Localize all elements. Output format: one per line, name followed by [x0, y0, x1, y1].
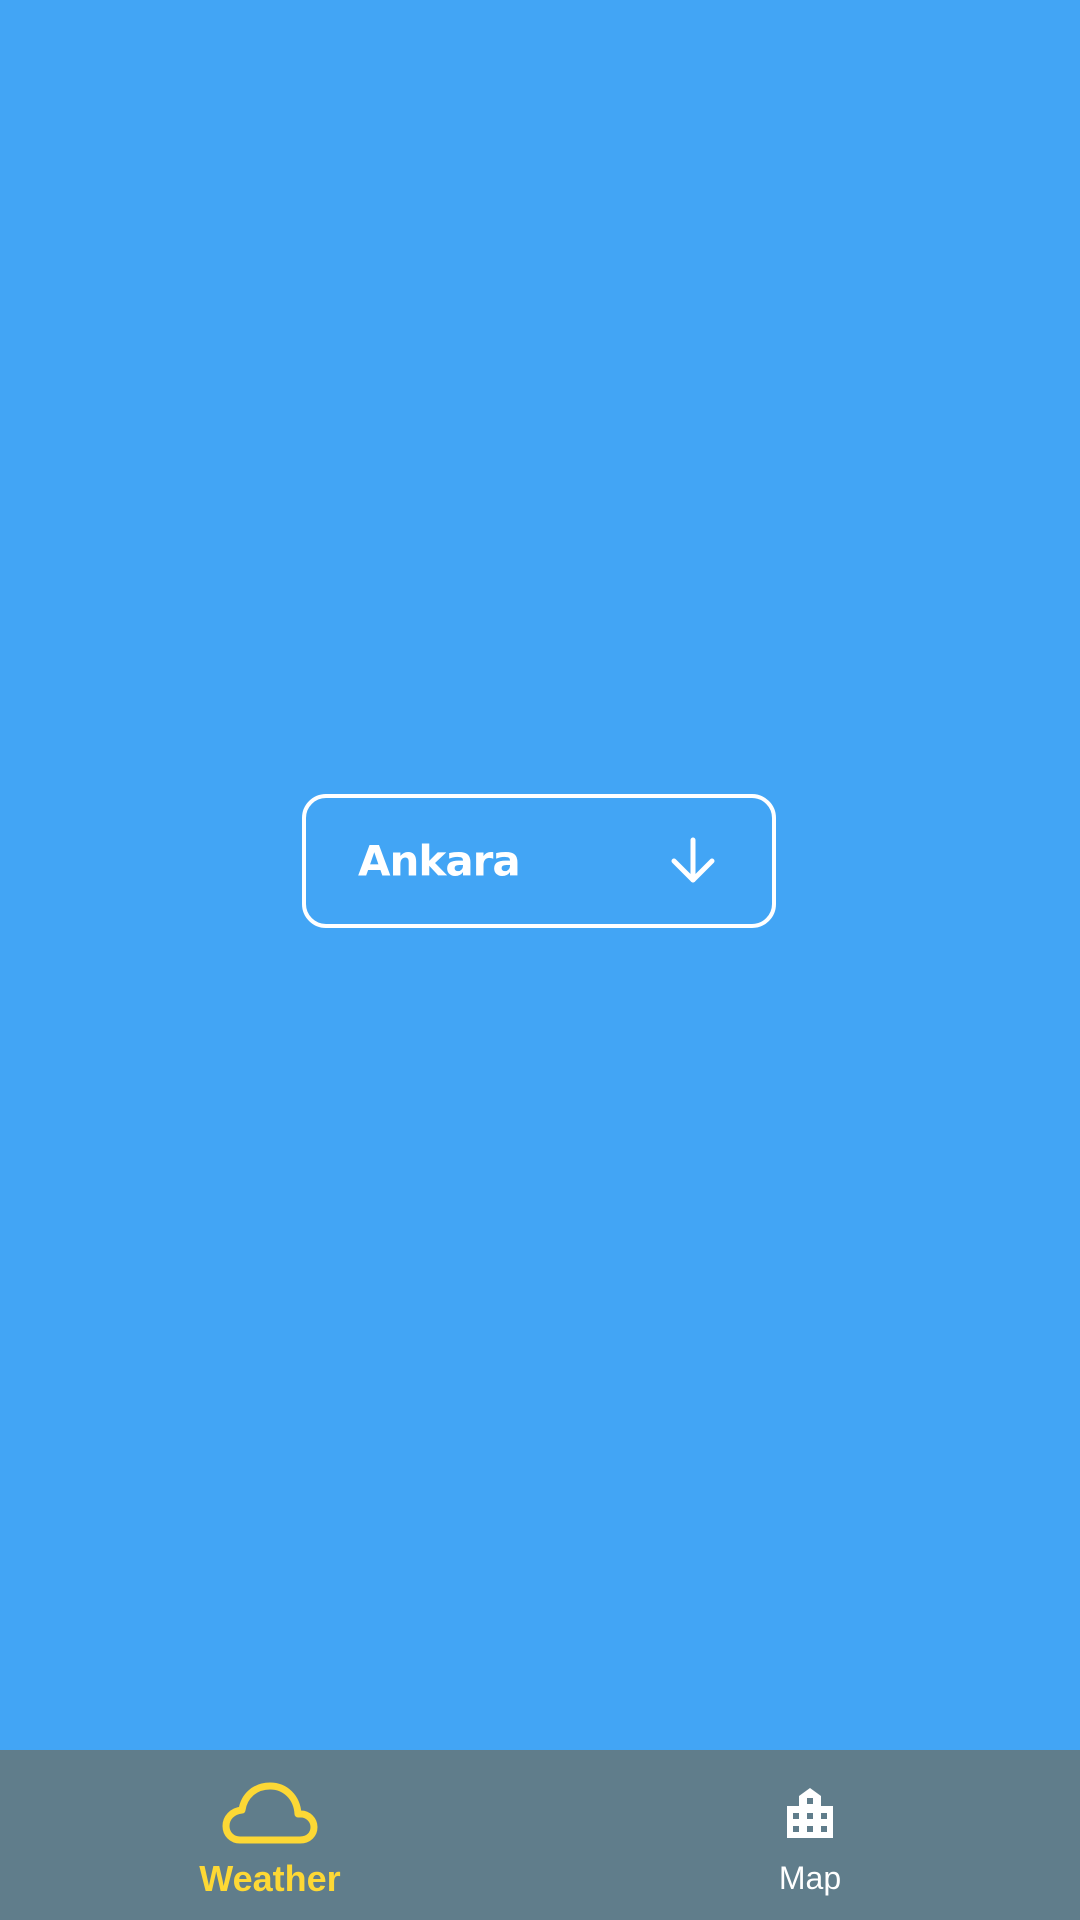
- nav-item-map[interactable]: Map: [540, 1750, 1080, 1920]
- nav-item-weather[interactable]: Weather: [0, 1750, 540, 1920]
- nav-label-map: Map: [778, 1860, 842, 1896]
- bottom-navigation: Weather Map: [0, 1750, 1080, 1920]
- city-dropdown[interactable]: Ankara: [302, 794, 776, 928]
- cloud-icon: [222, 1782, 318, 1844]
- nav-label-weather: Weather: [199, 1858, 341, 1899]
- selected-city-label: Ankara: [358, 836, 521, 886]
- weather-screen: Ankara: [0, 0, 1080, 1750]
- city-icon: [787, 1788, 833, 1838]
- arrow-down-icon: [671, 837, 715, 883]
